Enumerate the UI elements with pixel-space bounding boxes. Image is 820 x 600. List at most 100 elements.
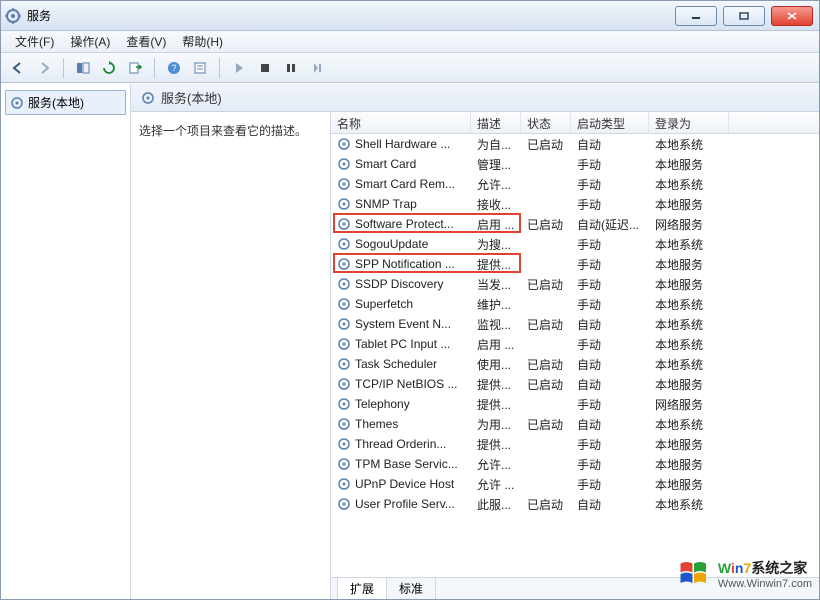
restart-icon xyxy=(310,61,324,75)
cell-startup-type: 手动 xyxy=(571,434,649,455)
gear-icon xyxy=(337,337,351,351)
restart-service-button[interactable] xyxy=(306,57,328,79)
tree-item-services-local[interactable]: 服务(本地) xyxy=(5,90,126,115)
menu-help[interactable]: 帮助(H) xyxy=(174,31,231,52)
service-row[interactable]: Telephony提供...手动网络服务 xyxy=(331,394,819,414)
console-tree-pane: 服务(本地) xyxy=(1,84,131,599)
cell-logon-as: 本地系统 xyxy=(649,414,729,435)
cell-logon-as: 本地系统 xyxy=(649,294,729,315)
refresh-button[interactable] xyxy=(98,57,120,79)
cell-startup-type: 手动 xyxy=(571,194,649,215)
menu-file[interactable]: 文件(F) xyxy=(7,31,62,52)
column-header-description[interactable]: 描述 xyxy=(471,112,521,133)
cell-description: 提供... xyxy=(471,394,521,415)
back-button[interactable] xyxy=(7,57,29,79)
gear-icon xyxy=(337,377,351,391)
service-row[interactable]: Smart Card Rem...允许...手动本地系统 xyxy=(331,174,819,194)
cell-startup-type: 自动 xyxy=(571,354,649,375)
tab-standard[interactable]: 标准 xyxy=(386,577,436,599)
cell-description: 允许... xyxy=(471,454,521,475)
column-header-name[interactable]: 名称 xyxy=(331,112,471,133)
cell-status xyxy=(521,162,571,166)
service-row[interactable]: Tablet PC Input ...启用 ...手动本地系统 xyxy=(331,334,819,354)
service-row[interactable]: Superfetch维护...手动本地系统 xyxy=(331,294,819,314)
cell-status: 已启动 xyxy=(521,414,571,435)
toolbar: ? xyxy=(1,53,819,83)
menu-action[interactable]: 操作(A) xyxy=(62,31,118,52)
service-row[interactable]: UPnP Device Host允许 ...手动本地服务 xyxy=(331,474,819,494)
column-header-startup-type[interactable]: 启动类型 xyxy=(571,112,649,133)
maximize-button[interactable] xyxy=(723,6,765,26)
gear-icon xyxy=(337,137,351,151)
start-service-button[interactable] xyxy=(228,57,250,79)
cell-description: 当发... xyxy=(471,274,521,295)
cell-name: SogouUpdate xyxy=(331,235,471,253)
cell-logon-as: 网络服务 xyxy=(649,214,729,235)
cell-startup-type: 自动 xyxy=(571,494,649,515)
cell-description: 监视... xyxy=(471,314,521,335)
stop-icon xyxy=(258,61,272,75)
cell-logon-as: 本地服务 xyxy=(649,434,729,455)
cell-name: Software Protect... xyxy=(331,215,471,233)
column-header-logon-as[interactable]: 登录为 xyxy=(649,112,729,133)
service-row[interactable]: Themes为用...已启动自动本地系统 xyxy=(331,414,819,434)
cell-startup-type: 手动 xyxy=(571,474,649,495)
cell-name: TCP/IP NetBIOS ... xyxy=(331,375,471,393)
services-list[interactable]: Shell Hardware ...为自...已启动自动本地系统Smart Ca… xyxy=(331,134,819,577)
cell-status: 已启动 xyxy=(521,494,571,515)
cell-startup-type: 自动 xyxy=(571,374,649,395)
gear-icon xyxy=(337,177,351,191)
stop-service-button[interactable] xyxy=(254,57,276,79)
help-button[interactable]: ? xyxy=(163,57,185,79)
export-list-icon xyxy=(128,61,142,75)
minimize-icon xyxy=(691,12,701,20)
service-row[interactable]: Smart Card管理...手动本地服务 xyxy=(331,154,819,174)
gear-icon xyxy=(337,477,351,491)
export-list-button[interactable] xyxy=(124,57,146,79)
gear-icon xyxy=(337,217,351,231)
show-hide-tree-button[interactable] xyxy=(72,57,94,79)
services-app-icon xyxy=(5,8,21,24)
cell-logon-as: 本地系统 xyxy=(649,314,729,335)
gear-icon xyxy=(141,91,155,105)
show-hide-tree-icon xyxy=(76,61,90,75)
service-row[interactable]: TPM Base Servic...允许...手动本地服务 xyxy=(331,454,819,474)
gear-icon xyxy=(337,457,351,471)
cell-description: 允许... xyxy=(471,174,521,195)
gear-icon xyxy=(337,157,351,171)
cell-logon-as: 网络服务 xyxy=(649,394,729,415)
cell-name: User Profile Serv... xyxy=(331,495,471,513)
minimize-button[interactable] xyxy=(675,6,717,26)
titlebar[interactable]: 服务 xyxy=(1,1,819,31)
forward-button[interactable] xyxy=(33,57,55,79)
cell-startup-type: 自动 xyxy=(571,134,649,155)
service-row[interactable]: Shell Hardware ...为自...已启动自动本地系统 xyxy=(331,134,819,154)
menu-view[interactable]: 查看(V) xyxy=(118,31,174,52)
column-header-status[interactable]: 状态 xyxy=(521,112,571,133)
gear-icon xyxy=(337,417,351,431)
cell-status xyxy=(521,402,571,406)
service-row[interactable]: Thread Orderin...提供...手动本地服务 xyxy=(331,434,819,454)
service-row[interactable]: SSDP Discovery当发...已启动手动本地服务 xyxy=(331,274,819,294)
service-row[interactable]: User Profile Serv...此服...已启动自动本地系统 xyxy=(331,494,819,514)
pause-service-button[interactable] xyxy=(280,57,302,79)
gear-icon xyxy=(337,257,351,271)
service-row[interactable]: SNMP Trap接收...手动本地服务 xyxy=(331,194,819,214)
service-row[interactable]: SogouUpdate为搜...手动本地系统 xyxy=(331,234,819,254)
cell-logon-as: 本地服务 xyxy=(649,454,729,475)
service-row[interactable]: System Event N...监视...已启动自动本地系统 xyxy=(331,314,819,334)
service-row[interactable]: SPP Notification ...提供...手动本地服务 xyxy=(331,254,819,274)
cell-status: 已启动 xyxy=(521,274,571,295)
service-row[interactable]: Task Scheduler使用...已启动自动本地系统 xyxy=(331,354,819,374)
cell-startup-type: 手动 xyxy=(571,274,649,295)
forward-arrow-icon xyxy=(37,61,51,75)
cell-logon-as: 本地服务 xyxy=(649,374,729,395)
gear-icon xyxy=(10,96,24,110)
service-row[interactable]: TCP/IP NetBIOS ...提供...已启动自动本地服务 xyxy=(331,374,819,394)
tab-extended[interactable]: 扩展 xyxy=(337,577,387,599)
properties-button[interactable] xyxy=(189,57,211,79)
close-button[interactable] xyxy=(771,6,813,26)
cell-description: 管理... xyxy=(471,154,521,175)
service-row[interactable]: Software Protect...启用 ...已启动自动(延迟...网络服务 xyxy=(331,214,819,234)
cell-description: 提供... xyxy=(471,254,521,275)
